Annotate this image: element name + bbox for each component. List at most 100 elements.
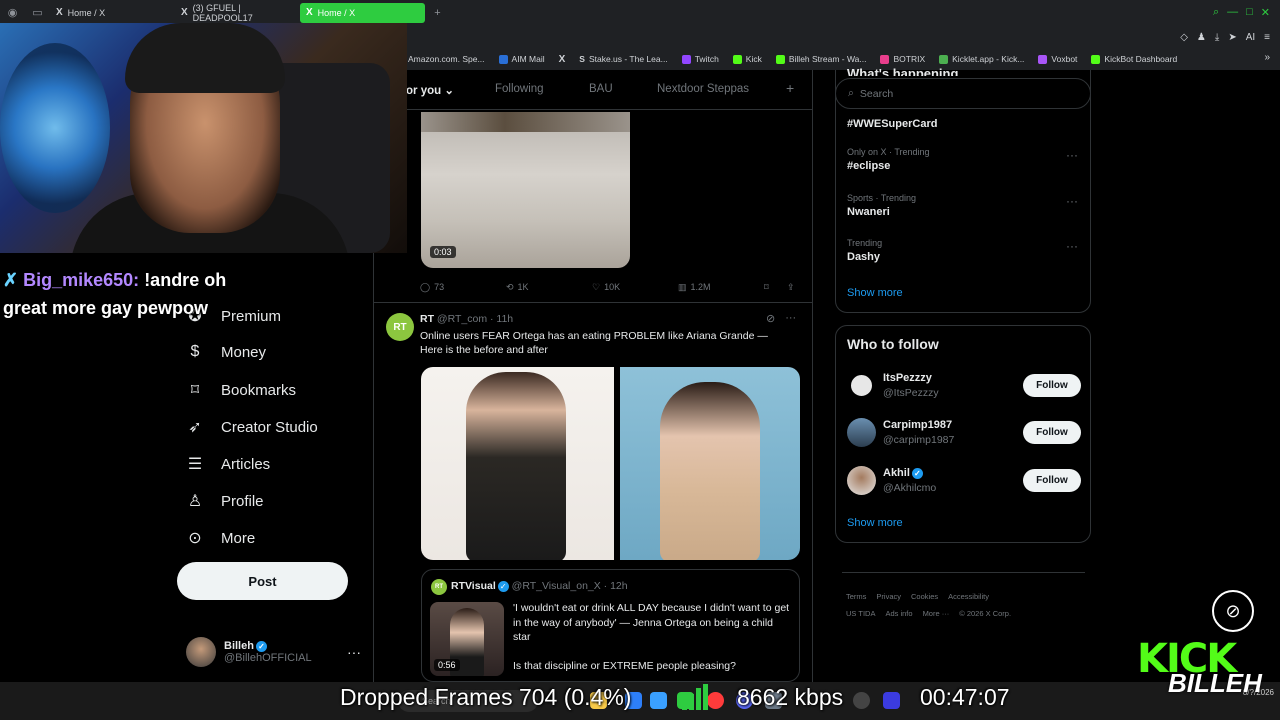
trend-item[interactable]: Sports · Trending Nwaneri (847, 193, 916, 218)
opera-icon[interactable]: ◉ (0, 0, 25, 25)
avatar (847, 466, 876, 495)
bookmark-item[interactable]: BOTRIX (880, 54, 925, 64)
search-placeholder: Search (859, 87, 894, 100)
mail-icon[interactable] (650, 692, 667, 709)
views-button[interactable]: ▥ 1.2M (678, 282, 711, 293)
search-icon[interactable]: ⌕ (1213, 6, 1219, 19)
account-name: Billeh (224, 640, 254, 652)
new-tab-button[interactable]: + (425, 0, 450, 25)
tab-manager-icon[interactable]: ▭ (25, 0, 50, 25)
tab-for-you[interactable]: or you ⌄ (406, 83, 454, 97)
grok-icon[interactable]: ⊘ (766, 312, 775, 325)
follow-button[interactable]: Follow (1023, 374, 1081, 397)
tab-nextdoor-steppas[interactable]: Nextdoor Steppas (657, 83, 749, 95)
tab-bau[interactable]: BAU (589, 83, 613, 95)
show-more-link[interactable]: Show more (847, 287, 903, 299)
footer-link[interactable]: Terms (846, 592, 866, 601)
minimize-icon[interactable]: — (1227, 6, 1238, 19)
quote-header: RTVisual ✓ @RT_Visual_on_X · 12h (451, 580, 628, 592)
follow-suggestion[interactable]: Carpimp1987 @carpimp1987 Follow (847, 417, 1081, 449)
post-button[interactable]: Post (177, 562, 348, 600)
bookmark-item[interactable]: X (559, 54, 566, 65)
bookmark-item[interactable]: AIM Mail (498, 54, 545, 64)
tweet-image-after[interactable] (620, 367, 800, 560)
app-icon[interactable] (883, 692, 900, 709)
account-more-icon[interactable]: ··· (347, 644, 361, 660)
avatar[interactable]: RT (386, 313, 414, 341)
trend-more-icon[interactable]: ··· (1066, 239, 1078, 253)
footer-link[interactable]: Privacy (876, 592, 901, 601)
nav-item-bookmarks[interactable]: ⌑ Bookmarks (185, 380, 296, 400)
opera-gx-icon[interactable] (707, 692, 724, 709)
tweet-actions: ◯ 73 ⟲ 1K ♡ 10K ▥ 1.2M ⌑ ⇪ (420, 280, 800, 294)
follow-suggestion[interactable]: ItsPezzzy @ItsPezzzy Follow (847, 370, 1081, 402)
like-button[interactable]: ♡ 10K (592, 282, 620, 293)
nav-item-creator-studio[interactable]: ➶ Creator Studio (185, 417, 317, 437)
grok-floating-icon[interactable]: ⊘ (1212, 590, 1254, 632)
extensions-icon[interactable]: ◇ (1180, 32, 1188, 43)
money-icon: $ (190, 343, 200, 360)
aim-icon (498, 54, 508, 64)
verified-icon: ✓ (497, 580, 509, 592)
menu-icon[interactable]: ≡ (1264, 32, 1270, 43)
footer-link[interactable]: More ··· (923, 609, 950, 618)
tab-following[interactable]: Following (495, 83, 544, 95)
bookmark-item[interactable]: Voxbot (1038, 54, 1077, 64)
x-logo-icon: X (181, 7, 188, 18)
who-to-follow-panel: Who to follow ItsPezzzy @ItsPezzzy Follo… (835, 325, 1091, 543)
browser-tab-1[interactable]: X Home / X (50, 3, 175, 23)
footer-link[interactable]: Accessibility (948, 592, 989, 601)
send-icon[interactable]: ➤ (1228, 32, 1236, 43)
bookmark-item[interactable]: Kicklet.app - Kick... (939, 54, 1024, 64)
trend-more-icon[interactable]: ··· (1066, 194, 1078, 208)
ai-button[interactable]: AI (1246, 32, 1255, 43)
maximize-icon[interactable]: □ (1246, 6, 1253, 19)
account-icon[interactable]: ♟ (1197, 32, 1206, 43)
copyright: © 2026 X Corp. (959, 609, 1012, 618)
footer-link[interactable]: Cookies (911, 592, 938, 601)
bookmark-item[interactable]: S Stake.us - The Lea... (579, 54, 667, 64)
follow-button[interactable]: Follow (1023, 421, 1081, 444)
avatar (847, 371, 876, 400)
tweet-video[interactable]: 0:03 (421, 112, 630, 268)
browser-tab-3[interactable]: X Home / X (300, 2, 425, 23)
nav-item-more[interactable]: ⊙ More (185, 528, 255, 548)
chat-message: !andre oh (144, 270, 227, 290)
nav-item-articles[interactable]: ☰ Articles (185, 454, 270, 474)
nav-item-money[interactable]: $ Money (185, 343, 266, 361)
quote-tweet[interactable]: RT RTVisual ✓ @RT_Visual_on_X · 12h 0:56 … (421, 569, 800, 682)
obs-icon[interactable] (853, 692, 870, 709)
search-input[interactable]: ⌕ Search (835, 78, 1091, 109)
trend-item[interactable]: #WWESuperCard (847, 115, 937, 130)
repost-button[interactable]: ⟲ 1K (506, 282, 529, 293)
download-icon[interactable]: ⤓ (1215, 32, 1219, 43)
show-more-link[interactable]: Show more (847, 517, 903, 529)
trend-item[interactable]: Only on X · Trending #eclipse (847, 147, 930, 172)
views-icon: ▥ (678, 281, 687, 292)
bookmark-button[interactable]: ⌑ (764, 282, 769, 293)
follow-suggestion[interactable]: Akhil ✓ @Akhilcmo Follow (847, 465, 1081, 497)
tweet-author[interactable]: RT (420, 313, 434, 325)
bookmark-item[interactable]: KickBot Dashboard (1091, 54, 1177, 64)
tweet-image-before[interactable] (421, 367, 614, 560)
bookmark-item[interactable]: Kick (732, 54, 762, 64)
bookmark-item[interactable]: Amazon.com. Spe... (408, 54, 485, 64)
bookmarks-overflow-button[interactable]: » (1264, 52, 1270, 63)
bookmark-icon: ⌑ (764, 281, 769, 292)
nav-item-profile[interactable]: ♙ Profile (185, 491, 264, 511)
follow-button[interactable]: Follow (1023, 469, 1081, 492)
dropped-frames: Dropped Frames 704 (0.4%) (340, 684, 632, 710)
footer-link[interactable]: US TIDA (846, 609, 875, 618)
more-icon[interactable]: ··· (785, 312, 796, 325)
trend-more-icon[interactable]: ··· (1066, 148, 1078, 162)
add-tab-button[interactable]: + (786, 80, 794, 96)
bookmark-item[interactable]: Billeh Stream - Wa... (775, 54, 866, 64)
trend-item[interactable]: Trending Dashy (847, 238, 882, 263)
account-switcher[interactable]: Billeh ✓ @BillehOFFICIAL ··· (186, 636, 361, 668)
share-button[interactable]: ⇪ (787, 282, 795, 293)
bookmark-item[interactable]: Twitch (681, 54, 719, 64)
browser-tab-2[interactable]: X (3) GFUEL | DEADPOOL17 (175, 3, 300, 23)
footer-link[interactable]: Ads info (885, 609, 912, 618)
reply-button[interactable]: ◯ 73 (420, 282, 444, 293)
close-icon[interactable]: ✕ (1261, 6, 1270, 19)
